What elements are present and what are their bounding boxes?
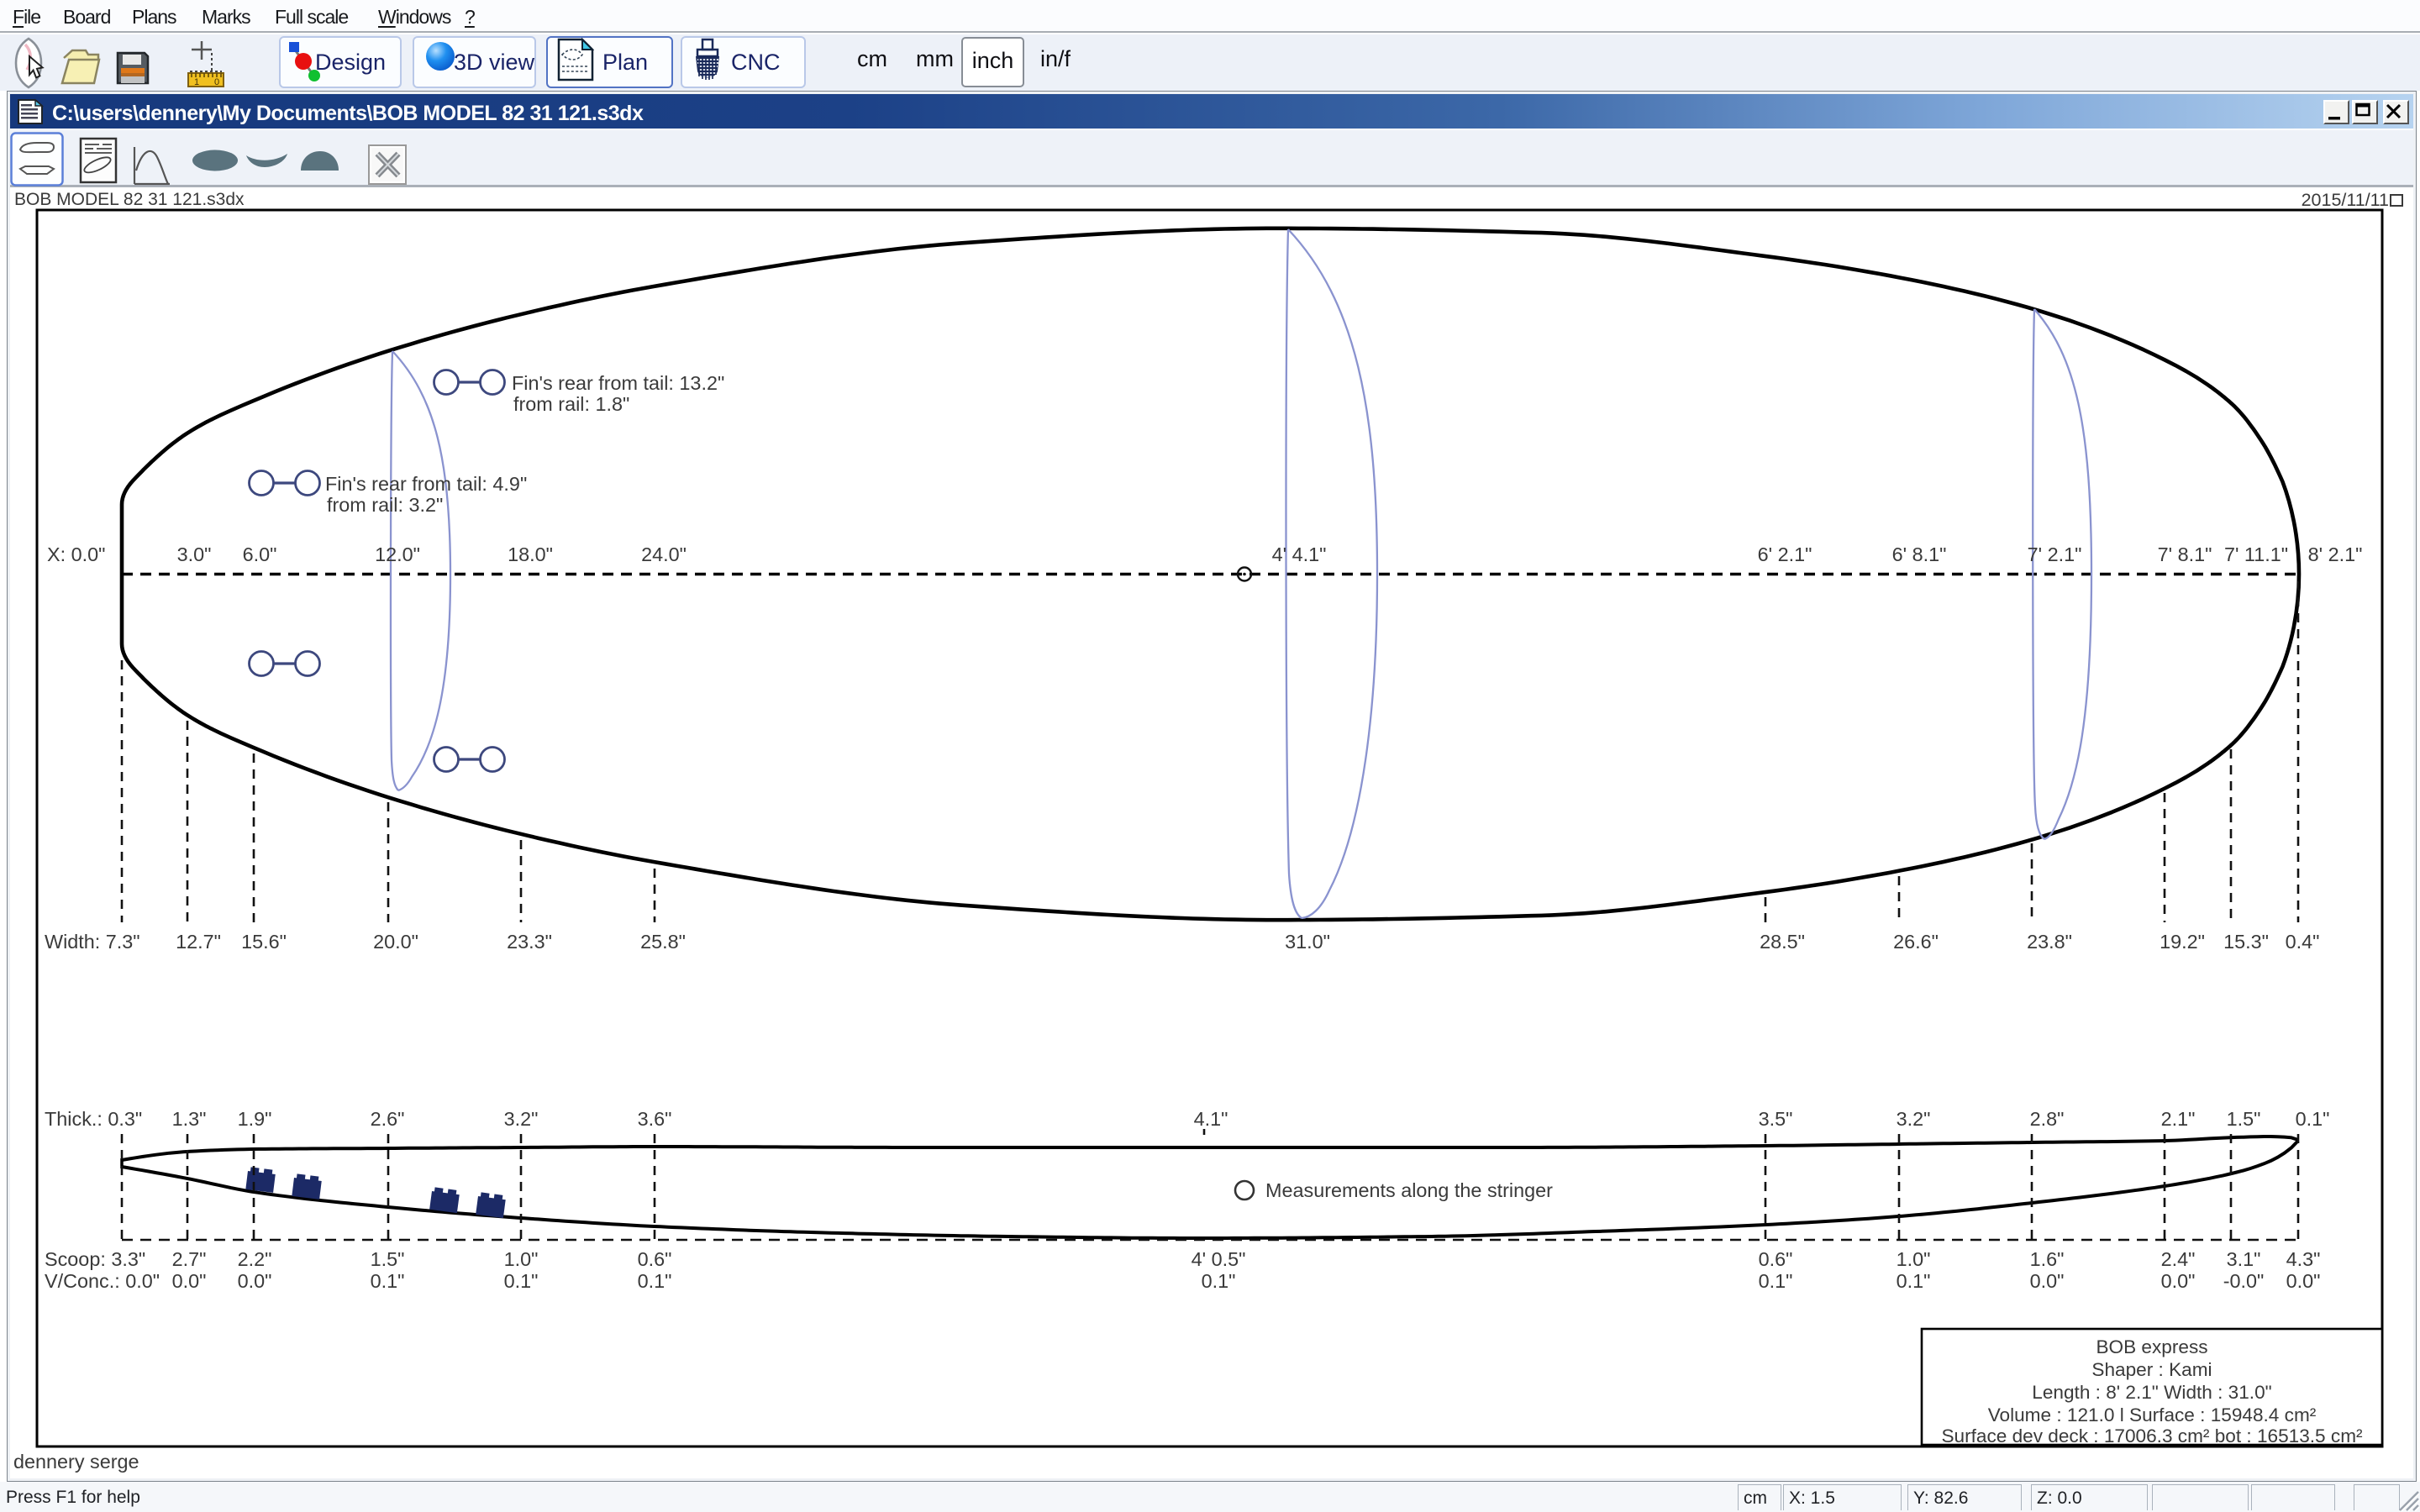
svg-text:4.3": 4.3" xyxy=(2286,1248,2321,1270)
svg-text:6.0": 6.0" xyxy=(243,543,277,565)
svg-text:0.0": 0.0" xyxy=(238,1270,272,1292)
svg-text:23.8": 23.8" xyxy=(2027,931,2072,953)
svg-text:23.3": 23.3" xyxy=(507,931,552,953)
svg-text:0.6": 0.6" xyxy=(1759,1248,1793,1270)
svg-text:from rail: 1.8": from rail: 1.8" xyxy=(513,393,629,415)
svg-text:from rail: 3.2": from rail: 3.2" xyxy=(327,494,443,516)
svg-text:15.3": 15.3" xyxy=(2223,931,2269,953)
svg-text:Surface dev deck : 17006.3 cm²: Surface dev deck : 17006.3 cm² bot : 165… xyxy=(1941,1425,2363,1446)
svg-text:0.0": 0.0" xyxy=(172,1270,207,1292)
svg-text:25.8": 25.8" xyxy=(640,931,686,953)
svg-text:2.6": 2.6" xyxy=(371,1108,405,1130)
svg-text:24.0": 24.0" xyxy=(641,543,687,565)
svg-text:Fin's rear from tail: 4.9": Fin's rear from tail: 4.9" xyxy=(325,473,527,495)
svg-text:Shaper : Kami: Shaper : Kami xyxy=(2091,1359,2212,1380)
svg-text:Width: 7.3": Width: 7.3" xyxy=(45,931,140,953)
svg-text:8' 2.1": 8' 2.1" xyxy=(2308,543,2363,565)
svg-text:3.2": 3.2" xyxy=(504,1108,539,1130)
svg-text:Length : 8' 2.1" Width : 31.0: Length : 8' 2.1" Width : 31.0" xyxy=(2032,1382,2271,1403)
svg-text:0.0": 0.0" xyxy=(2161,1270,2196,1292)
svg-text:19.2": 19.2" xyxy=(2160,931,2205,953)
svg-text:2015/11/11: 2015/11/11 xyxy=(2302,190,2389,210)
svg-text:28.5": 28.5" xyxy=(1760,931,1805,953)
svg-text:0.1": 0.1" xyxy=(2296,1108,2330,1130)
svg-text:0.1": 0.1" xyxy=(1202,1270,1236,1292)
svg-text:4.1": 4.1" xyxy=(1194,1108,1228,1130)
svg-text:18.0": 18.0" xyxy=(508,543,553,565)
svg-text:0.1": 0.1" xyxy=(638,1270,672,1292)
svg-text:3.5": 3.5" xyxy=(1759,1108,1793,1130)
svg-text:6' 2.1": 6' 2.1" xyxy=(1758,543,1812,565)
svg-text:1.9": 1.9" xyxy=(238,1108,272,1130)
svg-text:0.1": 0.1" xyxy=(1759,1270,1793,1292)
svg-text:BOB MODEL 82 31 121.s3dx: BOB MODEL 82 31 121.s3dx xyxy=(14,190,245,209)
svg-text:15.6": 15.6" xyxy=(241,931,287,953)
svg-text:2.4": 2.4" xyxy=(2161,1248,2196,1270)
svg-text:7' 11.1": 7' 11.1" xyxy=(2224,543,2288,565)
svg-text:1.0": 1.0" xyxy=(504,1248,539,1270)
svg-text:-0.0": -0.0" xyxy=(2223,1270,2265,1292)
svg-text:BOB express: BOB express xyxy=(2096,1336,2207,1357)
svg-text:1.0": 1.0" xyxy=(1897,1248,1931,1270)
svg-text:X: 0.0": X: 0.0" xyxy=(47,543,105,565)
svg-text:12.7": 12.7" xyxy=(176,931,221,953)
svg-text:20.0": 20.0" xyxy=(373,931,418,953)
svg-text:Thick.: 0.3": Thick.: 0.3" xyxy=(45,1108,142,1130)
svg-text:V/Conc.: 0.0": V/Conc.: 0.0" xyxy=(45,1270,160,1292)
svg-text:dennery serge: dennery serge xyxy=(13,1451,139,1473)
svg-text:Volume : 121.0 l Surface : 15: Volume : 121.0 l Surface : 15948.4 cm² xyxy=(1988,1404,2317,1425)
svg-text:26.6": 26.6" xyxy=(1893,931,1939,953)
svg-text:2.1": 2.1" xyxy=(2161,1108,2196,1130)
svg-text:1.3": 1.3" xyxy=(172,1108,207,1130)
svg-text:0.1": 0.1" xyxy=(1897,1270,1931,1292)
svg-text:7' 8.1": 7' 8.1" xyxy=(2158,543,2212,565)
svg-text:Measurements along the stringe: Measurements along the stringer xyxy=(1265,1179,1553,1201)
svg-text:0.6": 0.6" xyxy=(638,1248,672,1270)
svg-text:0.1": 0.1" xyxy=(371,1270,405,1292)
svg-text:3.6": 3.6" xyxy=(638,1108,672,1130)
svg-text:Fin's rear from tail: 13.2": Fin's rear from tail: 13.2" xyxy=(512,372,724,394)
svg-text:0.0": 0.0" xyxy=(2286,1270,2321,1292)
svg-text:2.2": 2.2" xyxy=(238,1248,272,1270)
svg-text:0.0": 0.0" xyxy=(2030,1270,2065,1292)
svg-text:3.0": 3.0" xyxy=(177,543,212,565)
svg-text:3.1": 3.1" xyxy=(2227,1248,2261,1270)
svg-text:4' 0.5": 4' 0.5" xyxy=(1192,1248,1246,1270)
svg-text:3.2": 3.2" xyxy=(1897,1108,1931,1130)
svg-text:4' 4.1": 4' 4.1" xyxy=(1272,543,1327,565)
svg-text:6' 8.1": 6' 8.1" xyxy=(1892,543,1947,565)
svg-text:Scoop: 3.3": Scoop: 3.3" xyxy=(45,1248,145,1270)
svg-text:1.6": 1.6" xyxy=(2030,1248,2065,1270)
svg-text:2.7": 2.7" xyxy=(172,1248,207,1270)
svg-text:0.1": 0.1" xyxy=(504,1270,539,1292)
svg-text:0.4": 0.4" xyxy=(2286,931,2320,953)
svg-text:1.5": 1.5" xyxy=(371,1248,405,1270)
svg-text:2.8": 2.8" xyxy=(2030,1108,2065,1130)
svg-text:31.0": 31.0" xyxy=(1285,931,1330,953)
svg-text:1.5": 1.5" xyxy=(2227,1108,2261,1130)
svg-text:12.0": 12.0" xyxy=(375,543,420,565)
svg-text:7' 2.1": 7' 2.1" xyxy=(2028,543,2082,565)
